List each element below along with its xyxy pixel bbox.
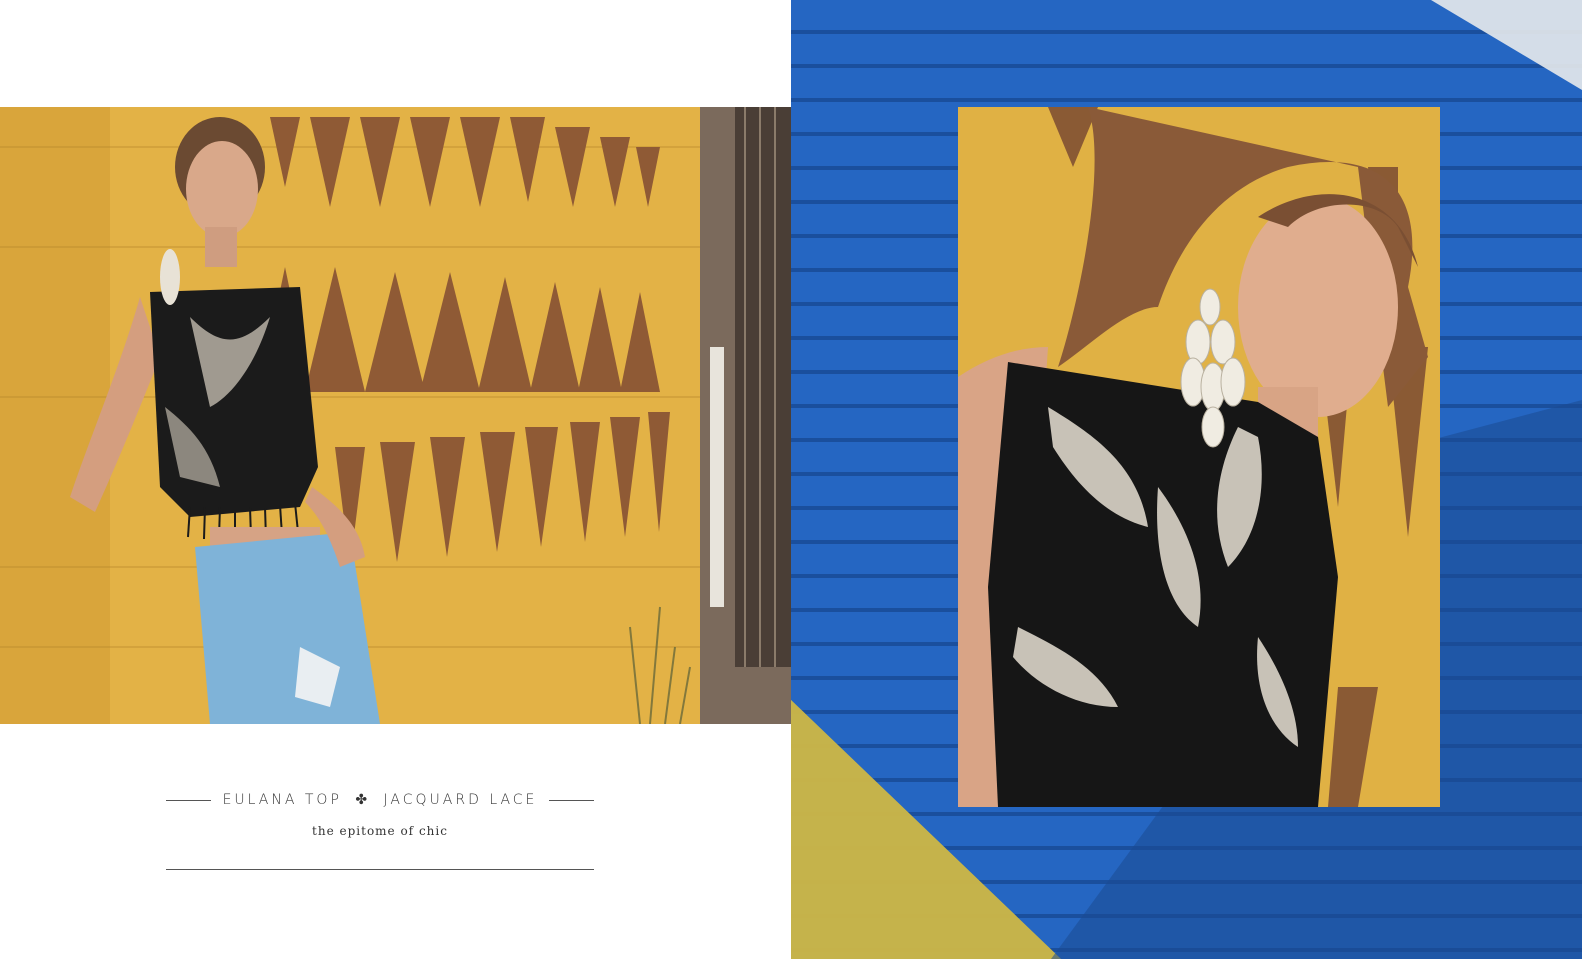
caption-rule-bottom [166,869,594,870]
closeup-scene [958,107,1440,807]
yellow-wall-scene [0,107,791,724]
product-caption: EULANA TOP ✤ JACQUARD LACE the epitome o… [166,788,594,838]
caption-title-row: EULANA TOP ✤ JACQUARD LACE [166,788,594,812]
model-closeup-photo [958,107,1440,807]
left-page: EULANA TOP ✤ JACQUARD LACE the epitome o… [0,0,791,959]
fabric-name: JACQUARD LACE [383,792,538,808]
caption-rule-left [166,799,211,801]
model-leaning-on-yellow-wall-photo [0,107,791,724]
product-title: EULANA TOP ✤ JACQUARD LACE [223,792,538,808]
product-name: EULANA TOP [222,792,342,808]
ornament-icon: ✤ [355,792,371,808]
tagline: the epitome of chic [312,824,448,838]
caption-rule-right [549,799,594,801]
